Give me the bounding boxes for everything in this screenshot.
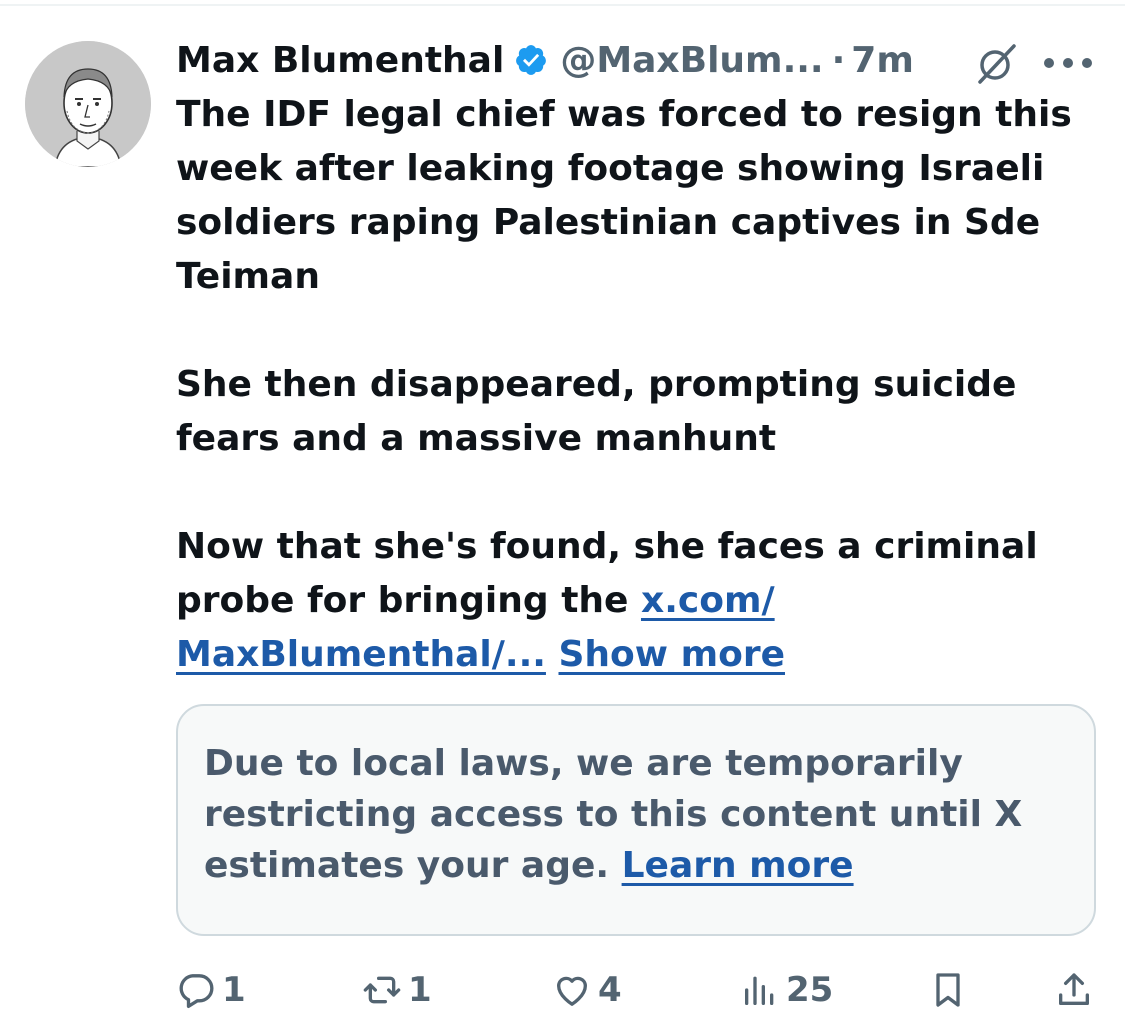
avatar-sketch-image	[25, 41, 151, 167]
tweet-paragraph: The IDF legal chief was forced to resign…	[176, 94, 1085, 297]
author-handle[interactable]: @MaxBlum...	[560, 40, 823, 81]
tweet-timestamp[interactable]: 7m	[851, 40, 914, 81]
grok-icon[interactable]	[974, 40, 1020, 86]
reply-button[interactable]: 1	[176, 962, 246, 1018]
reply-icon	[179, 974, 214, 1008]
notice-text-block: Due to local laws, we are temporarily re…	[204, 738, 1064, 891]
views-bar-chart-icon	[745, 976, 774, 1005]
views-count: 25	[786, 970, 834, 1010]
reply-count: 1	[222, 970, 246, 1010]
views-button[interactable]: 25	[740, 962, 833, 1018]
tweet-paragraph: She then disappeared, prompting suicide …	[176, 364, 1029, 459]
share-icon	[1059, 973, 1089, 1005]
heart-icon	[557, 976, 587, 1006]
repost-icon	[363, 976, 401, 1004]
tweet-link-part2[interactable]: MaxBlumenthal/...	[176, 634, 546, 675]
tweet-link-part1[interactable]: x.com/	[641, 580, 775, 621]
show-more-link[interactable]: Show more	[559, 634, 786, 675]
age-restriction-notice: Due to local laws, we are temporarily re…	[176, 704, 1096, 936]
share-button[interactable]	[1054, 962, 1094, 1018]
avatar[interactable]	[25, 41, 151, 167]
repost-button[interactable]: 1	[362, 962, 432, 1018]
verified-badge-icon	[516, 45, 547, 75]
notice-message: Due to local laws, we are temporarily re…	[204, 743, 1023, 886]
header-separator: ·	[831, 39, 846, 81]
tweet-actions-bar: 1 1 4 25	[0, 962, 1125, 1018]
bookmark-button[interactable]	[928, 962, 968, 1018]
learn-more-link[interactable]: Learn more	[622, 845, 854, 886]
repost-count: 1	[408, 970, 432, 1010]
tweet-body: The IDF legal chief was forced to resign…	[176, 88, 1086, 682]
tweet-header: Max Blumenthal @MaxBlum... · 7m	[176, 36, 1106, 84]
tweet-paragraph-text: Now that she's found, she faces a crimin…	[176, 526, 1051, 621]
tweet-paragraph-last: Now that she's found, she faces a crimin…	[176, 520, 1086, 682]
author-name[interactable]: Max Blumenthal	[176, 40, 504, 81]
more-options-icon[interactable]	[1042, 56, 1094, 70]
bookmark-icon	[936, 973, 960, 1007]
top-divider	[0, 4, 1125, 6]
like-count: 4	[598, 970, 622, 1010]
like-button[interactable]: 4	[552, 962, 622, 1018]
